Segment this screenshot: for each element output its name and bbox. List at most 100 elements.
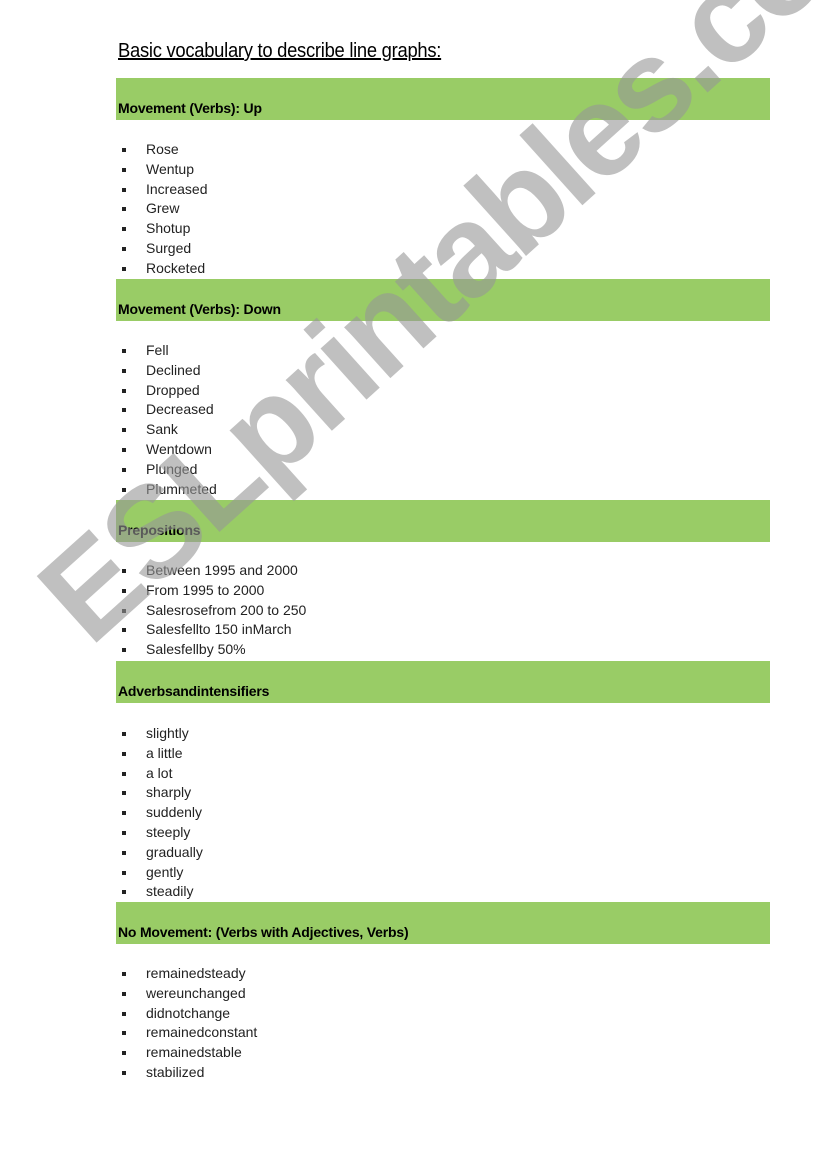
list-item-text: gradually	[146, 843, 203, 860]
list-item: Wentdown	[116, 440, 217, 460]
bullet-icon	[122, 1070, 126, 1075]
list-item: gently	[116, 863, 203, 883]
list-item: Declined	[116, 361, 217, 381]
list-item: steadily	[116, 882, 203, 902]
list-item: remainedconstant	[116, 1023, 257, 1043]
section-adverbs: Adverbsandintensifiers slightly a little a…	[116, 661, 770, 899]
list-item-text: stabilized	[146, 1063, 205, 1080]
bullet-icon	[122, 447, 126, 452]
word-list: slightly a little a lot sharply suddenly stee…	[116, 724, 203, 902]
list-item-text: Plunged	[146, 460, 198, 477]
bullet-icon	[122, 991, 126, 996]
bullet-icon	[122, 349, 126, 353]
list-item: gradually	[116, 843, 203, 863]
section-heading-bar: Prepositions	[116, 500, 770, 542]
list-item: suddenly	[116, 803, 203, 823]
bullet-icon	[122, 811, 126, 816]
list-item-text: Grew	[146, 200, 180, 217]
bullet-icon	[122, 850, 126, 855]
list-item-text: Shotup	[146, 220, 191, 237]
list-item-text: wereunchanged	[146, 984, 246, 1001]
list-item: Wentup	[116, 160, 207, 180]
section-prepositions: Prepositions Between 1995 and 2000 From 1…	[116, 500, 770, 657]
list-item-text: remainedstable	[146, 1044, 242, 1061]
page-title: Basic vocabulary to describe line graphs…	[118, 40, 442, 62]
list-item-text: remainedconstant	[146, 1024, 258, 1041]
list-item: Salesrosefrom 200 to 250	[116, 601, 306, 621]
bullet-icon	[122, 890, 126, 895]
bullet-icon	[122, 569, 126, 573]
list-item: didnotchange	[116, 1004, 257, 1024]
word-list: Rose Wentup Increased Grew Shotup Surged Rocke…	[116, 140, 207, 279]
list-item: Salesfellby 50%	[116, 640, 306, 660]
bullet-icon	[122, 227, 126, 232]
bullet-icon	[122, 246, 126, 251]
section-heading: Movement (Verbs): Down	[118, 301, 281, 317]
section-heading: Adverbsandintensifiers	[118, 683, 270, 699]
section-movement-down: Movement (Verbs): Down Fell Declined Dropp…	[116, 279, 770, 497]
list-item-text: a lot	[146, 764, 173, 781]
list-item: Decreased	[116, 400, 217, 420]
section-heading: Prepositions	[118, 522, 201, 538]
bullet-icon	[122, 388, 126, 393]
list-item-text: Dropped	[146, 381, 200, 398]
list-item-text: a little	[146, 744, 183, 761]
list-item-text: remainedsteady	[146, 965, 246, 981]
list-item-text: sharply	[146, 784, 192, 801]
list-item-text: slightly	[146, 725, 189, 741]
section-heading: Movement (Verbs): Up	[118, 100, 262, 116]
list-item-text: steadily	[146, 883, 194, 900]
section-heading-bar: Adverbsandintensifiers	[116, 661, 770, 703]
list-item-text: Rose	[146, 141, 179, 157]
list-item: Fell	[116, 341, 217, 361]
bullet-icon	[122, 148, 126, 152]
list-item: Between 1995 and 2000	[116, 561, 306, 581]
list-item: remainedstable	[116, 1043, 257, 1063]
list-item-text: Decreased	[146, 401, 214, 418]
list-item-text: Salesfellto 150 inMarch	[146, 621, 292, 638]
list-item-text: Plummeted	[146, 480, 217, 497]
list-item: Rose	[116, 140, 207, 160]
bullet-icon	[122, 972, 126, 976]
list-item: Dropped	[116, 381, 217, 401]
section-heading: No Movement: (Verbs with Adjectives, Ver…	[118, 924, 409, 940]
list-item-text: suddenly	[146, 804, 203, 821]
list-item: Plunged	[116, 460, 217, 480]
section-heading-bar: Movement (Verbs): Up	[116, 78, 770, 120]
list-item: Sank	[116, 420, 217, 440]
list-item: a little	[116, 744, 203, 764]
word-list: Fell Declined Dropped Decreased Sank Wentdown…	[116, 341, 217, 499]
list-item-text: Rocketed	[146, 259, 206, 276]
list-item: Increased	[116, 180, 207, 200]
list-item: Surged	[116, 239, 207, 259]
list-item: slightly	[116, 724, 203, 744]
list-item-text: Wentup	[146, 160, 194, 177]
list-item: Salesfellto 150 inMarch	[116, 620, 306, 640]
list-item-text: Wentdown	[146, 440, 212, 457]
list-item-text: Sank	[146, 421, 178, 438]
list-item: steeply	[116, 823, 203, 843]
bullet-icon	[122, 608, 126, 613]
bullet-icon	[122, 732, 126, 736]
list-item: sharply	[116, 783, 203, 803]
list-item-text: Surged	[146, 239, 192, 256]
bullet-icon	[122, 771, 126, 776]
bullet-icon	[122, 1011, 126, 1016]
list-item-text: Fell	[146, 342, 169, 358]
section-heading-bar: No Movement: (Verbs with Adjectives, Ver…	[116, 902, 770, 944]
bullet-icon	[122, 870, 126, 875]
bullet-icon	[122, 467, 126, 472]
bullet-icon	[122, 1031, 126, 1036]
list-item-text: Salesrosefrom 200 to 250	[146, 601, 307, 618]
section-movement-up: Movement (Verbs): Up Rose Wentup Increased…	[116, 78, 770, 276]
list-item: Grew	[116, 199, 207, 219]
list-item: From 1995 to 2000	[116, 581, 306, 601]
word-list: Between 1995 and 2000 From 1995 to 2000 Sa…	[116, 561, 306, 660]
list-item-text: didnotchange	[146, 1004, 231, 1021]
section-no-movement: No Movement: (Verbs with Adjectives, Ver…	[116, 902, 770, 1080]
list-item-text: Between 1995 and 2000	[146, 562, 298, 578]
bullet-icon	[122, 628, 126, 633]
list-item: stabilized	[116, 1063, 257, 1083]
bullet-icon	[122, 408, 126, 413]
list-item-text: Salesfellby 50%	[146, 641, 246, 658]
